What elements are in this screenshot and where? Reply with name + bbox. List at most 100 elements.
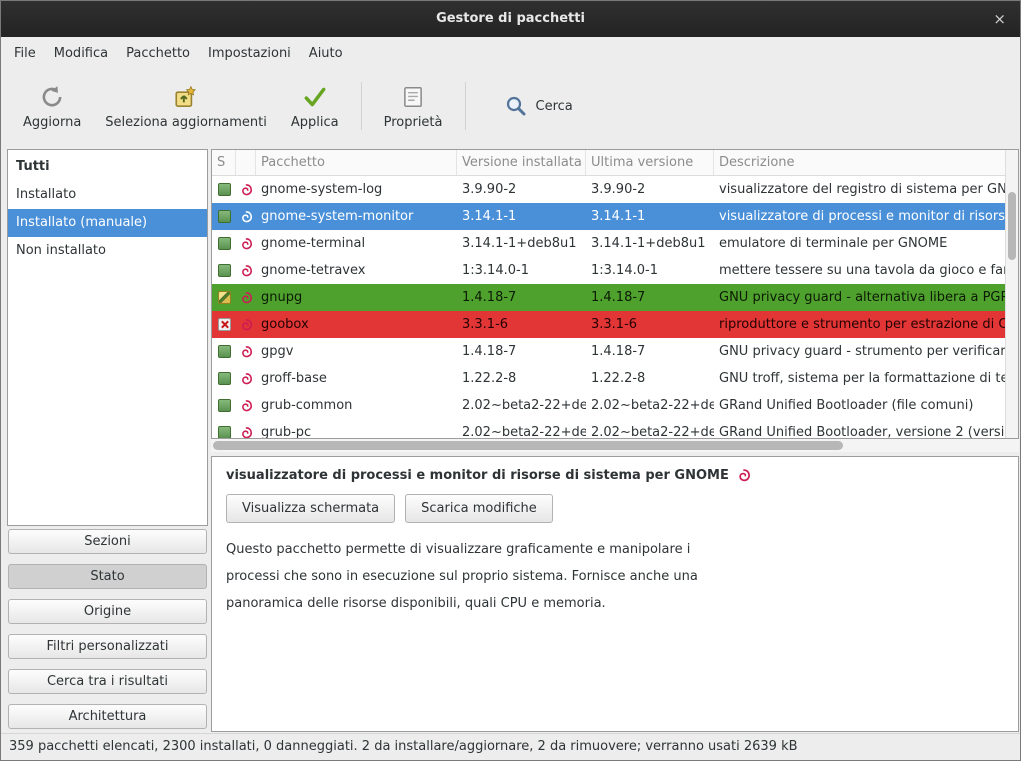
- debian-swirl-icon: [239, 372, 253, 386]
- status-cell: [212, 210, 236, 223]
- search-results-button[interactable]: Cerca tra i risultati: [8, 669, 207, 694]
- table-row-marked-install[interactable]: gnupg 1.4.18-7 1.4.18-7 GNU privacy guar…: [212, 284, 1005, 311]
- package-marked-install-icon: [218, 291, 231, 304]
- properties-label: Proprietà: [384, 115, 443, 130]
- debian-swirl-icon: [239, 345, 253, 359]
- custom-filters-button[interactable]: Filtri personalizzati: [8, 634, 207, 659]
- menu-modifica[interactable]: Modifica: [45, 37, 117, 70]
- details-title-row: visualizzatore di processi e monitor di …: [226, 468, 1004, 483]
- horizontal-scrollbar-thumb[interactable]: [213, 441, 843, 450]
- emblem-cell: [236, 318, 256, 332]
- refresh-icon: [39, 83, 65, 111]
- description-line: Questo pacchetto permette di visualizzar…: [226, 536, 1004, 563]
- toolbar: Aggiorna Seleziona aggiornamenti Applica…: [1, 70, 1020, 142]
- vertical-scrollbar-thumb[interactable]: [1008, 192, 1016, 260]
- search-label: Cerca: [536, 99, 573, 114]
- package-description: visualizzatore del registro di sistema p…: [714, 176, 1005, 203]
- synaptic-window: Gestore di pacchetti × File Modifica Pac…: [0, 0, 1021, 761]
- table-row-marked-remove[interactable]: goobox 3.3.1-6 3.3.1-6 riproduttore e st…: [212, 311, 1005, 338]
- window-title: Gestore di pacchetti: [436, 11, 585, 26]
- installed-version: 3.9.90-2: [457, 176, 586, 203]
- table-row-selected[interactable]: gnome-system-monitor 3.14.1-1 3.14.1-1 v…: [212, 203, 1005, 230]
- apply-button[interactable]: Applica: [279, 79, 351, 134]
- column-header-status[interactable]: S: [212, 150, 236, 175]
- installed-version: 1.22.2-8: [457, 365, 586, 392]
- package-description: mettere tessere su una tavola da gioco e…: [714, 257, 1005, 284]
- column-header-installed-version[interactable]: Versione installata: [457, 150, 586, 175]
- package-description: riproduttore e strumento per estrazione …: [714, 311, 1005, 338]
- description-line: panoramica delle risorse disponibili, qu…: [226, 590, 1004, 617]
- get-changelog-button[interactable]: Scarica modifiche: [405, 494, 553, 523]
- filter-item-installato[interactable]: Installato: [8, 181, 207, 209]
- table-row[interactable]: gnome-terminal 3.14.1-1+deb8u1 3.14.1-1+…: [212, 230, 1005, 257]
- menubar: File Modifica Pacchetto Impostazioni Aiu…: [1, 37, 1020, 70]
- column-header-emblem[interactable]: [236, 150, 256, 175]
- table-row[interactable]: grub-common 2.02~beta2-22+de 2.02~beta2-…: [212, 392, 1005, 419]
- menu-aiuto[interactable]: Aiuto: [300, 37, 352, 70]
- architecture-button[interactable]: Architettura: [8, 704, 207, 729]
- status-button[interactable]: Stato: [8, 564, 207, 589]
- table-row[interactable]: gpgv 1.4.18-7 1.4.18-7 GNU privacy guard…: [212, 338, 1005, 365]
- package-description: visualizzatore di processi e monitor di …: [714, 203, 1005, 230]
- debian-swirl-icon: [239, 183, 253, 197]
- package-name: grub-common: [256, 392, 457, 419]
- package-installed-icon: [218, 210, 231, 223]
- package-description: GNU privacy guard - alternativa libera a…: [714, 284, 1005, 311]
- emblem-cell: [236, 237, 256, 251]
- latest-version: 3.3.1-6: [586, 311, 714, 338]
- horizontal-scrollbar[interactable]: [211, 439, 1019, 452]
- column-header-description[interactable]: Descrizione: [714, 150, 1005, 175]
- filter-item-non-installato[interactable]: Non installato: [8, 237, 207, 265]
- mark-upgrades-button[interactable]: Seleziona aggiornamenti: [93, 79, 279, 134]
- package-description: GNU privacy guard - strumento per verifi…: [714, 338, 1005, 365]
- properties-button[interactable]: Proprietà: [372, 79, 455, 134]
- vertical-scrollbar[interactable]: [1005, 150, 1018, 438]
- menu-impostazioni[interactable]: Impostazioni: [199, 37, 300, 70]
- details-title: visualizzatore di processi e monitor di …: [226, 468, 729, 483]
- view-screenshot-button[interactable]: Visualizza schermata: [226, 494, 395, 523]
- installed-version: 1.4.18-7: [457, 284, 586, 311]
- latest-version: 1.22.2-8: [586, 365, 714, 392]
- upgrades-icon: [173, 83, 199, 111]
- emblem-cell: [236, 183, 256, 197]
- menu-pacchetto[interactable]: Pacchetto: [117, 37, 199, 70]
- emblem-cell: [236, 345, 256, 359]
- mark-upgrades-label: Seleziona aggiornamenti: [105, 115, 267, 130]
- status-cell: [212, 318, 236, 331]
- emblem-cell: [236, 264, 256, 278]
- sections-button[interactable]: Sezioni: [8, 529, 207, 554]
- table-row[interactable]: grub-pc 2.02~beta2-22+de 2.02~beta2-22+d…: [212, 419, 1005, 438]
- debian-swirl-icon: [239, 210, 253, 224]
- filter-item-tutti[interactable]: Tutti: [8, 153, 207, 181]
- package-installed-icon: [218, 426, 231, 438]
- origin-button[interactable]: Origine: [8, 599, 207, 624]
- package-description: GRand Unified Bootloader (file comuni): [714, 392, 1005, 419]
- search-button[interactable]: Cerca: [488, 84, 589, 128]
- status-cell: [212, 183, 236, 196]
- table-row[interactable]: groff-base 1.22.2-8 1.22.2-8 GNU troff, …: [212, 365, 1005, 392]
- package-name: gnome-tetravex: [256, 257, 457, 284]
- close-icon[interactable]: ×: [993, 1, 1006, 37]
- package-installed-icon: [218, 345, 231, 358]
- status-cell: [212, 426, 236, 438]
- latest-version: 3.9.90-2: [586, 176, 714, 203]
- table-row[interactable]: gnome-system-log 3.9.90-2 3.9.90-2 visua…: [212, 176, 1005, 203]
- properties-icon: [400, 83, 426, 111]
- emblem-cell: [236, 210, 256, 224]
- table-row[interactable]: gnome-tetravex 1:3.14.0-1 1:3.14.0-1 met…: [212, 257, 1005, 284]
- menu-file[interactable]: File: [5, 37, 45, 70]
- column-header-latest-version[interactable]: Ultima versione: [586, 150, 714, 175]
- reload-button[interactable]: Aggiorna: [11, 79, 93, 134]
- filter-item-installato-manuale[interactable]: Installato (manuale): [8, 209, 207, 237]
- package-installed-icon: [218, 399, 231, 412]
- titlebar[interactable]: Gestore di pacchetti ×: [1, 1, 1020, 37]
- latest-version: 1.4.18-7: [586, 284, 714, 311]
- column-header-package[interactable]: Pacchetto: [256, 150, 457, 175]
- latest-version: 2.02~beta2-22+de: [586, 419, 714, 438]
- statusbar-text: 359 pacchetti elencati, 2300 installati,…: [9, 739, 798, 754]
- debian-swirl-icon: [239, 264, 253, 278]
- package-name: goobox: [256, 311, 457, 338]
- installed-version: 1:3.14.0-1: [457, 257, 586, 284]
- installed-version: 3.14.1-1: [457, 203, 586, 230]
- latest-version: 3.14.1-1+deb8u1: [586, 230, 714, 257]
